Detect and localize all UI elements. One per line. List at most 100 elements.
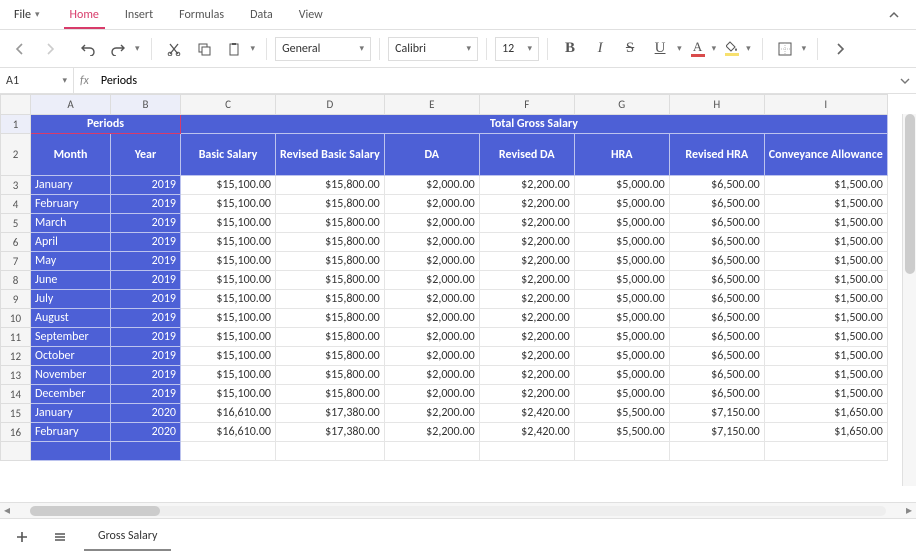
cell-revised-da[interactable]: $2,200.00 xyxy=(479,290,574,309)
cell-conveyance[interactable]: $1,500.00 xyxy=(764,214,887,233)
cell[interactable] xyxy=(669,442,764,461)
row-header-14[interactable]: 14 xyxy=(1,385,31,404)
col-header-C[interactable]: C xyxy=(181,95,276,115)
cell-revised-da[interactable]: $2,200.00 xyxy=(479,347,574,366)
cell-month[interactable]: January xyxy=(31,404,111,423)
cell-hra[interactable]: $5,500.00 xyxy=(574,404,669,423)
text-color-dropdown[interactable]: ▾ xyxy=(709,43,720,54)
row-header-5[interactable]: 5 xyxy=(1,214,31,233)
all-sheets-button[interactable] xyxy=(46,523,74,551)
cell[interactable] xyxy=(764,442,887,461)
cell-da[interactable]: $2,000.00 xyxy=(384,214,479,233)
cell-revised-hra[interactable]: $6,500.00 xyxy=(669,385,764,404)
cell[interactable] xyxy=(384,442,479,461)
cell-da[interactable]: $2,000.00 xyxy=(384,328,479,347)
cell-revised-da[interactable]: $2,200.00 xyxy=(479,195,574,214)
cell-month[interactable]: July xyxy=(31,290,111,309)
row-header-16[interactable]: 16 xyxy=(1,423,31,442)
cell-year[interactable]: 2019 xyxy=(111,385,181,404)
cell-revised-hra[interactable]: $6,500.00 xyxy=(669,176,764,195)
row-header-7[interactable]: 7 xyxy=(1,252,31,271)
cell-year[interactable]: 2019 xyxy=(111,328,181,347)
tab-view[interactable]: View xyxy=(293,1,329,29)
cell-conveyance[interactable]: $1,500.00 xyxy=(764,328,887,347)
cell-revised-basic[interactable]: $15,800.00 xyxy=(276,385,385,404)
cell-header-revised da[interactable]: Revised DA xyxy=(479,134,574,176)
cell-revised-hra[interactable]: $6,500.00 xyxy=(669,347,764,366)
col-header-I[interactable]: I xyxy=(764,95,887,115)
toolbar-more-button[interactable] xyxy=(826,35,854,63)
cell[interactable] xyxy=(276,442,385,461)
cell-year[interactable]: 2020 xyxy=(111,423,181,442)
cell-hra[interactable]: $5,000.00 xyxy=(574,290,669,309)
col-header-D[interactable]: D xyxy=(276,95,385,115)
borders-button[interactable] xyxy=(771,35,799,63)
cell-header-conveyance allowance[interactable]: Conveyance Allowance xyxy=(764,134,887,176)
tab-insert[interactable]: Insert xyxy=(119,1,159,29)
row-header-8[interactable]: 8 xyxy=(1,271,31,290)
cell-revised-hra[interactable]: $7,150.00 xyxy=(669,404,764,423)
horizontal-scrollbar[interactable]: ◂ ▸ xyxy=(0,502,916,518)
cell-header-year[interactable]: Year xyxy=(111,134,181,176)
row-header-13[interactable]: 13 xyxy=(1,366,31,385)
cell-month[interactable]: February xyxy=(31,195,111,214)
cell-basic-salary[interactable]: $15,100.00 xyxy=(181,328,276,347)
copy-button[interactable] xyxy=(190,35,218,63)
select-all-corner[interactable] xyxy=(1,95,31,115)
cell-month[interactable]: August xyxy=(31,309,111,328)
cell-conveyance[interactable]: $1,650.00 xyxy=(764,404,887,423)
cell-da[interactable]: $2,000.00 xyxy=(384,271,479,290)
paste-button[interactable] xyxy=(220,35,248,63)
fill-color-button[interactable] xyxy=(721,37,743,61)
cell-header-basic salary[interactable]: Basic Salary xyxy=(181,134,276,176)
cell-revised-da[interactable]: $2,200.00 xyxy=(479,366,574,385)
cell-revised-basic[interactable]: $17,380.00 xyxy=(276,404,385,423)
cell-revised-basic[interactable]: $15,800.00 xyxy=(276,176,385,195)
cell-revised-da[interactable]: $2,200.00 xyxy=(479,176,574,195)
undo-button[interactable] xyxy=(74,35,102,63)
cell-year[interactable]: 2019 xyxy=(111,176,181,195)
cell-revised-basic[interactable]: $15,800.00 xyxy=(276,366,385,385)
cell[interactable] xyxy=(181,442,276,461)
row-header-6[interactable]: 6 xyxy=(1,233,31,252)
cell-month[interactable]: April xyxy=(31,233,111,252)
cell-conveyance[interactable]: $1,500.00 xyxy=(764,347,887,366)
cell[interactable] xyxy=(479,442,574,461)
cell-hra[interactable]: $5,000.00 xyxy=(574,347,669,366)
cell-year[interactable]: 2019 xyxy=(111,271,181,290)
formula-expand-icon[interactable] xyxy=(894,67,916,95)
cell-da[interactable]: $2,200.00 xyxy=(384,423,479,442)
cell-basic-salary[interactable]: $15,100.00 xyxy=(181,233,276,252)
cell-da[interactable]: $2,000.00 xyxy=(384,233,479,252)
font-name-select[interactable]: Calibri▾ xyxy=(388,37,478,61)
cell-hra[interactable]: $5,000.00 xyxy=(574,233,669,252)
tab-formulas[interactable]: Formulas xyxy=(173,1,230,29)
cell-hra[interactable]: $5,000.00 xyxy=(574,309,669,328)
cell-month[interactable]: January xyxy=(31,176,111,195)
bold-button[interactable]: B xyxy=(556,35,584,63)
cell-revised-basic[interactable]: $15,800.00 xyxy=(276,195,385,214)
vertical-scrollbar[interactable] xyxy=(902,114,916,486)
cell-basic-salary[interactable]: $15,100.00 xyxy=(181,290,276,309)
cell-basic-salary[interactable]: $15,100.00 xyxy=(181,385,276,404)
cell-month[interactable]: June xyxy=(31,271,111,290)
cell-month[interactable]: February xyxy=(31,423,111,442)
cell-year[interactable]: 2019 xyxy=(111,366,181,385)
row-header-3[interactable]: 3 xyxy=(1,176,31,195)
italic-button[interactable]: I xyxy=(586,35,614,63)
cell-revised-hra[interactable]: $7,150.00 xyxy=(669,423,764,442)
cell-hra[interactable]: $5,000.00 xyxy=(574,366,669,385)
paste-dropdown[interactable]: ▾ xyxy=(248,43,259,54)
cell-month[interactable]: May xyxy=(31,252,111,271)
cell-basic-salary[interactable]: $16,610.00 xyxy=(181,404,276,423)
cell-hra[interactable]: $5,000.00 xyxy=(574,271,669,290)
row-header-2[interactable]: 2 xyxy=(1,134,31,176)
cell-basic-salary[interactable]: $15,100.00 xyxy=(181,252,276,271)
cell-basic-salary[interactable]: $16,610.00 xyxy=(181,423,276,442)
redo-dropdown[interactable]: ▾ xyxy=(132,43,143,54)
cell-hra[interactable]: $5,000.00 xyxy=(574,176,669,195)
cell-basic-salary[interactable]: $15,100.00 xyxy=(181,366,276,385)
cell-da[interactable]: $2,000.00 xyxy=(384,195,479,214)
cell-conveyance[interactable]: $1,500.00 xyxy=(764,366,887,385)
cell-revised-da[interactable]: $2,420.00 xyxy=(479,423,574,442)
